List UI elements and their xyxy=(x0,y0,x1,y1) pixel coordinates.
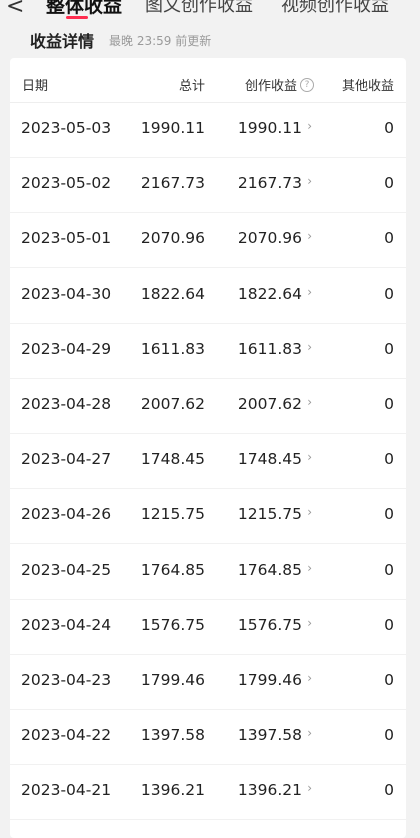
table-row[interactable]: 2023-04-22 1397.58 1397.58 › 0 xyxy=(10,709,406,766)
chevron-right-icon[interactable]: › xyxy=(307,229,312,243)
row-date: 2023-04-24 xyxy=(21,615,112,634)
row-date: 2023-05-01 xyxy=(21,229,112,248)
row-total: 1748.45 xyxy=(140,450,205,469)
table-row[interactable]: 2023-04-25 1764.85 1764.85 › 0 xyxy=(10,544,406,600)
row-other: 0 xyxy=(384,284,394,303)
tab-video-earnings[interactable]: 视频创作收益 xyxy=(281,0,389,18)
table-row[interactable]: 2023-04-21 1396.21 1396.21 › 0 xyxy=(10,764,406,821)
top-nav: < 整体收益 图文创作收益 视频创作收益 xyxy=(0,0,420,22)
row-date: 2023-04-30 xyxy=(21,284,112,303)
row-date: 2023-04-21 xyxy=(21,781,112,800)
chevron-right-icon[interactable]: › xyxy=(307,781,312,795)
table-row[interactable]: 2023-04-27 1748.45 1748.45 › 0 xyxy=(10,433,406,490)
chevron-right-icon[interactable]: › xyxy=(307,450,312,464)
table-row[interactable]: 2023-05-02 2167.73 2167.73 › 0 xyxy=(10,157,406,214)
row-creation[interactable]: 1396.21 xyxy=(238,781,302,799)
row-total: 2167.73 xyxy=(140,174,205,193)
section-title: 收益详情 xyxy=(30,32,95,51)
row-other: 0 xyxy=(384,505,394,524)
row-other: 0 xyxy=(384,726,394,745)
row-other: 0 xyxy=(384,395,394,413)
row-total: 1397.58 xyxy=(140,726,205,745)
table-row[interactable]: 2023-05-03 1990.11 1990.11 › 0 xyxy=(10,102,406,158)
row-total: 1764.85 xyxy=(140,560,205,579)
row-date: 2023-04-28 xyxy=(21,395,112,413)
row-date: 2023-04-22 xyxy=(21,726,112,745)
row-total: 2007.62 xyxy=(140,395,205,413)
row-date: 2023-04-23 xyxy=(21,671,112,689)
table-row[interactable]: 2023-04-30 1822.64 1822.64 › 0 xyxy=(10,268,406,324)
row-date: 2023-04-29 xyxy=(21,339,112,358)
row-other: 0 xyxy=(384,119,394,137)
row-total: 2070.96 xyxy=(140,229,205,248)
back-chevron-icon[interactable]: < xyxy=(6,0,24,18)
chevron-right-icon[interactable]: › xyxy=(307,174,312,188)
row-other: 0 xyxy=(384,450,394,469)
chevron-right-icon[interactable]: › xyxy=(307,395,312,409)
tab-article-earnings[interactable]: 图文创作收益 xyxy=(145,0,253,18)
row-total: 1799.46 xyxy=(140,671,205,689)
header-creation: 创作收益 ? xyxy=(245,75,314,94)
row-other: 0 xyxy=(384,781,394,800)
chevron-right-icon[interactable]: › xyxy=(307,505,312,519)
row-creation[interactable]: 1576.75 xyxy=(238,616,302,634)
row-total: 1822.64 xyxy=(140,284,205,303)
active-tab-indicator xyxy=(66,16,88,19)
chevron-right-icon[interactable]: › xyxy=(307,726,312,740)
chevron-right-icon[interactable]: › xyxy=(307,119,312,133)
row-total: 1215.75 xyxy=(140,505,205,524)
row-creation[interactable]: 1611.83 xyxy=(238,340,302,358)
row-total: 1611.83 xyxy=(140,339,205,358)
row-other: 0 xyxy=(384,339,394,358)
row-creation[interactable]: 1822.64 xyxy=(238,285,302,303)
table-row[interactable]: 2023-04-28 2007.62 2007.62 › 0 xyxy=(10,378,406,434)
chevron-right-icon[interactable]: › xyxy=(307,671,312,685)
chevron-right-icon[interactable]: › xyxy=(307,561,312,575)
table-row[interactable]: 2023-04-29 1611.83 1611.83 › 0 xyxy=(10,323,406,379)
row-other: 0 xyxy=(384,615,394,634)
table-row[interactable]: 2023-04-23 1799.46 1799.46 › 0 xyxy=(10,654,406,710)
row-other: 0 xyxy=(384,229,394,248)
earnings-table: 日期 总计 创作收益 ? 其他收益 2023-05-03 1990.11 1990.… xyxy=(10,58,406,838)
row-total: 1576.75 xyxy=(140,615,205,634)
row-total: 1990.11 xyxy=(140,119,205,137)
help-icon[interactable]: ? xyxy=(300,77,314,92)
row-creation[interactable]: 1215.75 xyxy=(238,505,302,523)
row-total: 1396.21 xyxy=(140,781,205,800)
section-header: 收益详情 最晚 23:59 前更新 xyxy=(0,22,420,58)
chevron-right-icon[interactable]: › xyxy=(307,285,312,299)
header-total: 总计 xyxy=(178,79,205,94)
row-creation[interactable]: 2007.62 xyxy=(238,395,302,413)
chevron-right-icon[interactable]: › xyxy=(307,340,312,354)
row-date: 2023-04-25 xyxy=(21,560,112,579)
header-other: 其他收益 xyxy=(341,79,394,94)
table-row[interactable]: 2023-05-01 2070.96 2070.96 › 0 xyxy=(10,212,406,269)
row-date: 2023-05-02 xyxy=(21,174,112,193)
row-creation[interactable]: 1764.85 xyxy=(238,561,302,579)
header-date: 日期 xyxy=(22,79,49,94)
row-date: 2023-05-03 xyxy=(21,119,112,137)
header-creation-label: 创作收益 xyxy=(244,79,297,94)
table-header: 日期 总计 创作收益 ? 其他收益 xyxy=(10,58,406,103)
row-creation[interactable]: 2070.96 xyxy=(238,229,302,247)
row-creation[interactable]: 2167.73 xyxy=(238,174,302,192)
update-note: 最晚 23:59 前更新 xyxy=(109,34,212,48)
row-other: 0 xyxy=(384,560,394,579)
table-row[interactable]: 2023-04-26 1215.75 1215.75 › 0 xyxy=(10,488,406,545)
row-date: 2023-04-27 xyxy=(21,450,112,469)
chevron-right-icon[interactable]: › xyxy=(307,616,312,630)
table-row[interactable]: 2023-04-24 1576.75 1576.75 › 0 xyxy=(10,599,406,655)
row-creation[interactable]: 1990.11 xyxy=(238,119,302,137)
row-other: 0 xyxy=(384,174,394,193)
row-date: 2023-04-26 xyxy=(21,505,112,524)
row-other: 0 xyxy=(384,671,394,689)
row-creation[interactable]: 1748.45 xyxy=(238,450,302,468)
row-creation[interactable]: 1799.46 xyxy=(238,671,302,689)
row-creation[interactable]: 1397.58 xyxy=(238,726,302,744)
